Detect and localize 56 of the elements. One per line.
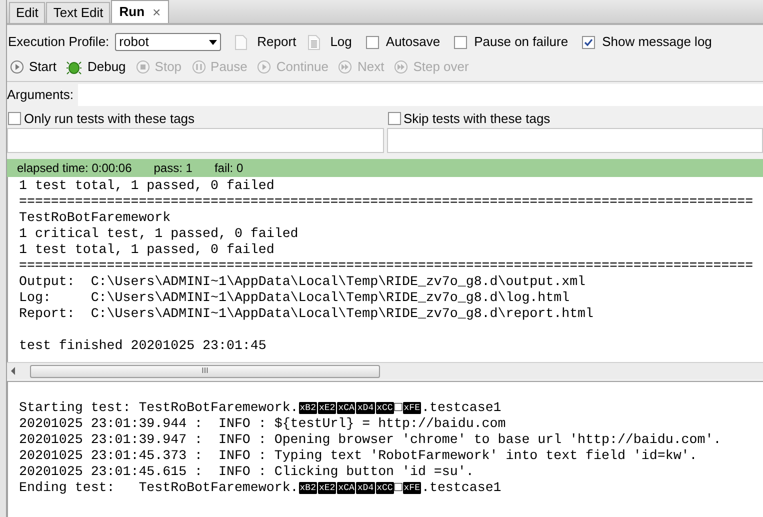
- output-line: Log: C:\Users\ADMINI~1\AppData\Local\Temp\RIDE_zv7o_g8.d\log.html: [19, 290, 570, 306]
- option-label: Show message log: [602, 33, 712, 52]
- log-line: 20201025 23:01:45.373 : INFO : Typing text 'RobotFarmework' into text field 'id=kw'.: [19, 448, 698, 464]
- log-line: 20201025 23:01:39.944 : INFO : ${testUrl} = http://baidu.com: [19, 416, 506, 432]
- option-label: Autosave: [386, 33, 440, 52]
- checkbox[interactable]: [388, 112, 400, 125]
- scrollbar-thumb[interactable]: III: [30, 364, 380, 378]
- log-line: 20201025 23:01:39.947 : INFO : Opening browser 'chrome' to base url 'http://baidu.com'.: [19, 432, 722, 448]
- tags-field[interactable]: [7, 128, 384, 153]
- output-line: 1 critical test, 1 passed, 0 failed: [19, 226, 298, 242]
- stop-icon: [136, 60, 150, 74]
- tags-field[interactable]: [386, 128, 763, 153]
- log-line: Starting test: TestRoBotFaremework.xB2 xE2 xCA xD4 xCC□xFE.testcase1: [19, 400, 502, 416]
- log-line: 20201025 23:01:45.615 : INFO : Clicking button 'id =su'.: [19, 464, 474, 480]
- output-line: ============================================================================================: [19, 258, 754, 274]
- next-icon: [338, 60, 352, 74]
- log-line: Ending test: TestRoBotFaremework.xB2 xE2 xCA xD4 xCC□xFE.testcase1: [19, 480, 502, 496]
- horizontal-scrollbar[interactable]: III: [7, 362, 763, 379]
- scroll-left-icon[interactable]: [10, 367, 16, 375]
- log-button[interactable]: Log: [308, 32, 352, 52]
- pass-count: pass: 1: [154, 160, 192, 177]
- profile-dropdown[interactable]: robot: [115, 33, 222, 51]
- fail-count: fail: 0: [214, 160, 244, 177]
- run-control-button[interactable]: Debug: [66, 57, 126, 77]
- close-icon[interactable]: ×: [152, 2, 161, 22]
- document-icon: [308, 34, 320, 50]
- output-line: 1 test total, 1 passed, 0 failed: [19, 242, 274, 258]
- tag-filter-label: Skip tests with these tags: [404, 110, 550, 128]
- report-button[interactable]: Report: [235, 32, 296, 52]
- checkbox[interactable]: [8, 112, 21, 125]
- play-icon: [257, 60, 272, 74]
- tab[interactable]: Run ×: [111, 0, 169, 23]
- profile-label: Execution Profile:: [8, 33, 110, 52]
- tab[interactable]: Edit: [9, 2, 46, 23]
- play-icon: [10, 60, 24, 74]
- output-line: ============================================================================================: [19, 194, 754, 210]
- document-icon: [235, 34, 248, 50]
- checkbox[interactable]: [454, 36, 468, 48]
- checkbox[interactable]: [366, 36, 379, 48]
- next-icon: [394, 60, 408, 74]
- pause-icon: [192, 60, 206, 74]
- elapsed-time: elapsed time: 0:00:06: [17, 160, 132, 177]
- checkbox[interactable]: [582, 36, 596, 48]
- tag-filter-label: Only run tests with these tags: [24, 110, 195, 128]
- caret-icon: [209, 40, 218, 44]
- arguments-label: Arguments:: [7, 86, 74, 104]
- output-line: Report: C:\Users\ADMINI~1\AppData\Local\Temp\RIDE_zv7o_g8.d\report.html: [19, 306, 594, 322]
- output-line: 1 test total, 1 passed, 0 failed: [19, 178, 274, 194]
- tab[interactable]: Text Edit: [46, 2, 110, 23]
- output-line: TestRoBotFaremework: [19, 210, 171, 226]
- output-line: test finished 20201025 23:01:45: [19, 338, 266, 354]
- option-label: Pause on failure: [474, 33, 568, 52]
- bug-icon: [66, 59, 82, 75]
- run-control-button[interactable]: Start: [10, 57, 56, 77]
- output-line: Output: C:\Users\ADMINI~1\AppData\Local\Temp\RIDE_zv7o_g8.d\output.xml: [19, 274, 586, 290]
- arguments-field[interactable]: [78, 84, 763, 106]
